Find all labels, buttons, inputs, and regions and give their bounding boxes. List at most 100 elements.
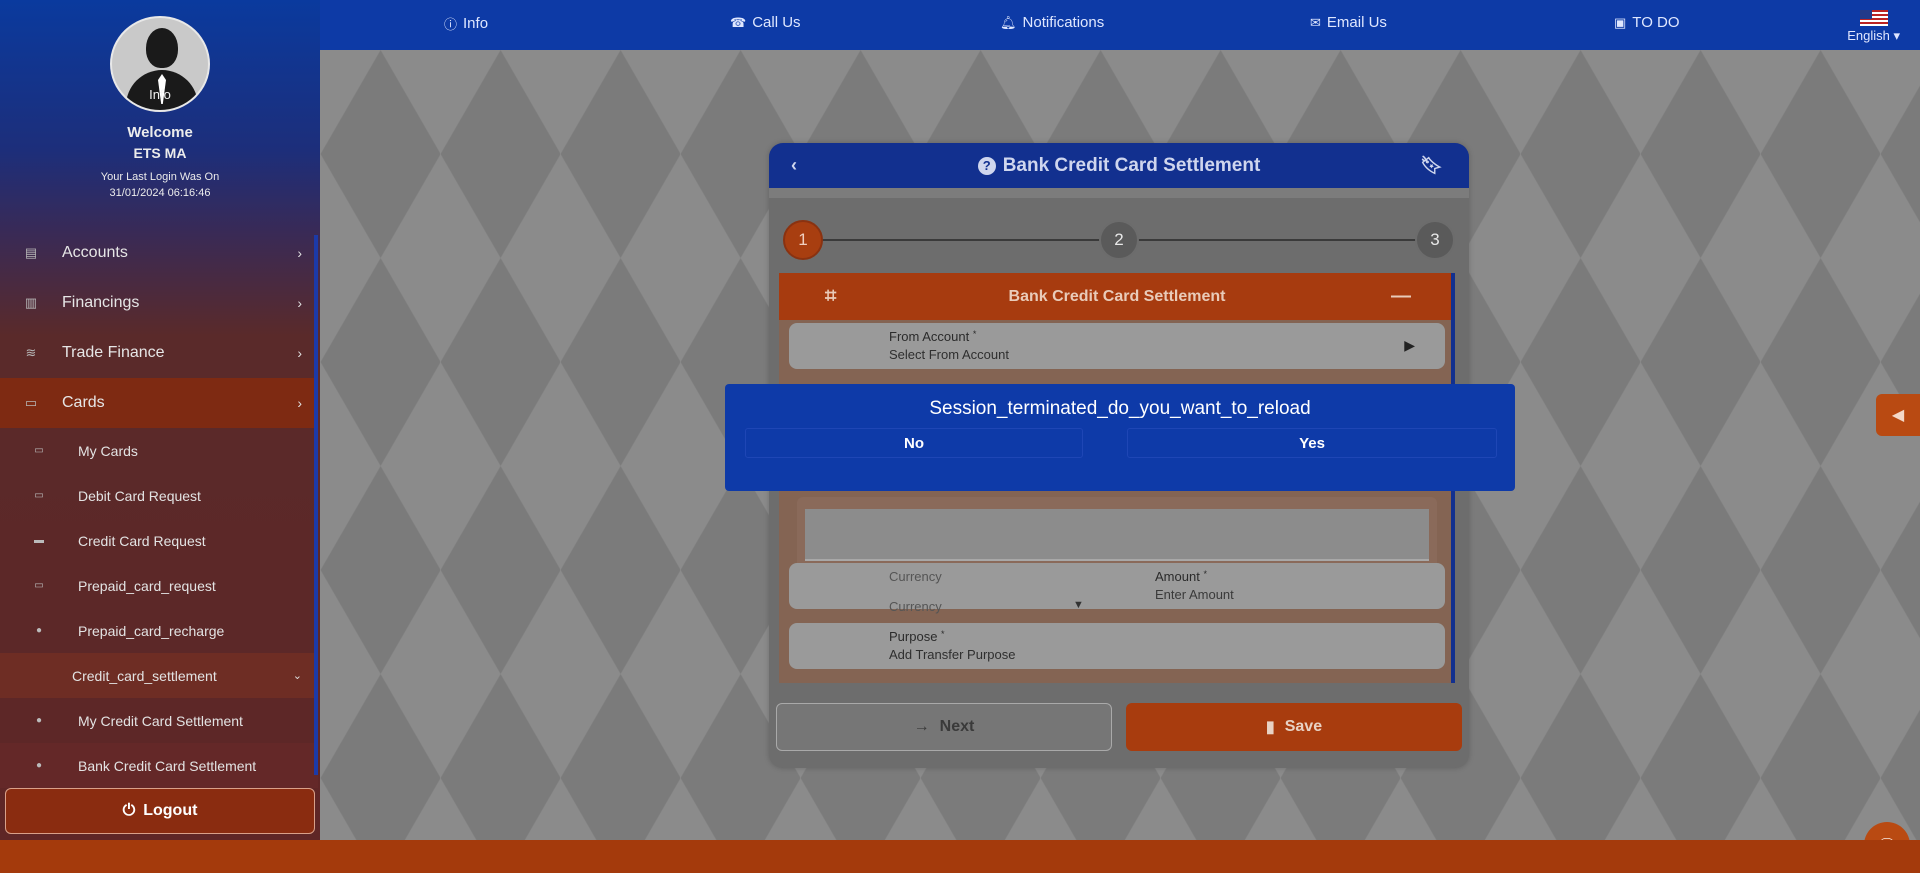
sidebar-subitem-label: Credit_card_settlement bbox=[72, 667, 217, 684]
sidebar-subitem-debit-card-request[interactable]: ▭ Debit Card Request bbox=[0, 473, 318, 518]
from-account-field[interactable]: From Account * Select From Account ▶ bbox=[789, 323, 1445, 369]
dropdown-caret-icon[interactable]: ▼ bbox=[1073, 599, 1084, 611]
last-login-label: Your Last Login Was On bbox=[100, 171, 220, 183]
sidebar-subitem-credit-card-request[interactable]: ▬ Credit Card Request bbox=[0, 518, 318, 563]
sidebar-item-label: Financings bbox=[62, 294, 140, 311]
card-header: ‹ ? Bank Credit Card Settlement 🔖︎ bbox=[769, 143, 1469, 188]
sidebar-subitem-label: Prepaid_card_request bbox=[78, 577, 216, 594]
currency-label: Currency bbox=[889, 569, 942, 584]
sidebar-item-label: Trade Finance bbox=[62, 344, 165, 361]
purpose-input: Add Transfer Purpose bbox=[889, 647, 1016, 662]
sidebar-subitem-my-credit-card-settlement[interactable]: ● My Credit Card Settlement bbox=[0, 698, 318, 743]
side-panel-toggle[interactable]: ◀ bbox=[1876, 394, 1920, 436]
next-label: Next bbox=[939, 718, 975, 735]
help-icon[interactable]: ? bbox=[977, 156, 996, 175]
currency-amount-row: Currency Currency ▼ Amount * Enter Amoun… bbox=[789, 563, 1445, 614]
sidebar-scrollbar[interactable] bbox=[314, 235, 318, 775]
step-3[interactable]: 3 bbox=[1415, 220, 1455, 260]
amount-input[interactable]: Enter Amount bbox=[1155, 587, 1234, 602]
footer-bar bbox=[0, 840, 1920, 873]
avatar-caption: Info bbox=[149, 87, 171, 102]
email-icon: ✉ bbox=[1310, 14, 1321, 30]
sidebar-subitem-label: Prepaid_card_recharge bbox=[78, 622, 225, 639]
last-login: Your Last Login Was On 31/01/2024 06:16:… bbox=[0, 169, 320, 201]
nav-label: TO DO bbox=[1632, 14, 1680, 31]
nav-label: Info bbox=[463, 15, 489, 32]
caret-right-icon: ▶ bbox=[1404, 337, 1415, 353]
step-2[interactable]: 2 bbox=[1099, 220, 1139, 260]
card-icon: ▭ bbox=[24, 395, 38, 410]
card-icon: ▭ bbox=[34, 490, 44, 501]
chart-icon: ▥ bbox=[24, 295, 38, 310]
avatar-head bbox=[146, 28, 178, 68]
todo-icon: ▣ bbox=[1614, 14, 1627, 30]
back-arrow-icon[interactable]: ‹ bbox=[791, 155, 797, 176]
nav-info[interactable]: ⓘ Info bbox=[444, 14, 488, 33]
nav-call-us[interactable]: ☎ Call Us bbox=[730, 14, 801, 31]
crop-icon: ⌗ bbox=[825, 285, 837, 307]
nav-label: Call Us bbox=[752, 14, 801, 31]
logout-button[interactable]: ⏻ Logout bbox=[5, 788, 315, 834]
next-button[interactable]: → Next bbox=[776, 703, 1112, 751]
section-header: ⌗ Bank Credit Card Settlement — bbox=[779, 273, 1455, 320]
dialog-message: Session_terminated_do_you_want_to_reload bbox=[929, 398, 1311, 419]
step-1[interactable]: 1 bbox=[783, 220, 823, 260]
minimize-icon[interactable]: — bbox=[1391, 285, 1411, 308]
sidebar-item-trade-finance[interactable]: ≋ Trade Finance › bbox=[0, 328, 318, 378]
nav-label: Email Us bbox=[1326, 14, 1387, 31]
sidebar-item-cards[interactable]: ▭ Cards › bbox=[0, 378, 318, 428]
last-login-value: 31/01/2024 06:16:46 bbox=[109, 187, 211, 199]
sidebar-subitem-credit-card-settlement[interactable]: Credit_card_settlement ⌄ bbox=[0, 653, 318, 698]
sidebar-item-label: Accounts bbox=[62, 244, 128, 261]
nav-todo[interactable]: ▣ TO DO bbox=[1614, 14, 1680, 31]
purpose-label: Purpose * bbox=[889, 629, 945, 644]
chevron-right-icon: › bbox=[297, 345, 302, 361]
save-button[interactable]: ▮ Save bbox=[1126, 703, 1462, 751]
sidebar-menu: ▤ Accounts › ▥ Financings › ≋ Trade Fina… bbox=[0, 228, 318, 788]
from-account-value: Select From Account bbox=[889, 347, 1009, 362]
profile: Info Welcome ETS MA Your Last Login Was … bbox=[0, 0, 320, 201]
sidebar-subitem-label: My Credit Card Settlement bbox=[78, 712, 243, 729]
phone-person-icon: ☎ bbox=[730, 14, 747, 30]
card-icon: ▭ bbox=[34, 580, 44, 591]
sidebar-subitem-label: My Cards bbox=[78, 442, 138, 459]
sidebar-item-label: Cards bbox=[62, 394, 105, 411]
sidebar-subitem-bank-credit-card-settlement[interactable]: ● Bank Credit Card Settlement bbox=[0, 743, 318, 788]
chevron-down-icon: ⌄ bbox=[292, 670, 302, 682]
stepper: 1 2 3 bbox=[783, 220, 1455, 260]
section-title: Bank Credit Card Settlement bbox=[1008, 287, 1226, 305]
sidebar-subitem-label: Credit Card Request bbox=[78, 532, 206, 549]
yes-button[interactable]: Yes bbox=[1127, 428, 1497, 458]
nav-email-us[interactable]: ✉ Email Us bbox=[1310, 14, 1387, 31]
session-dialog: Session_terminated_do_you_want_to_reload… bbox=[725, 384, 1515, 491]
bookmark-icon[interactable]: 🔖︎ bbox=[1420, 155, 1443, 176]
logout-icon: ⏻ bbox=[122, 802, 136, 819]
bell-icon: 🔔︎ bbox=[1000, 14, 1017, 30]
info-icon: ⓘ bbox=[444, 17, 458, 32]
chevron-down-icon: ▾ bbox=[1893, 28, 1900, 43]
sidebar-subitem-prepaid-card-recharge[interactable]: ● Prepaid_card_recharge bbox=[0, 608, 318, 653]
sidebar-subitem-prepaid-card-request[interactable]: ▭ Prepaid_card_request bbox=[0, 563, 318, 608]
us-flag-icon bbox=[1859, 10, 1888, 26]
beneficiary-field[interactable] bbox=[805, 509, 1429, 561]
amount-label: Amount * bbox=[1155, 569, 1207, 584]
sidebar-subitem-my-cards[interactable]: ▭ My Cards bbox=[0, 428, 318, 473]
currency-select[interactable]: Currency bbox=[889, 599, 942, 614]
sidebar-item-accounts[interactable]: ▤ Accounts › bbox=[0, 228, 318, 278]
purpose-field[interactable]: Purpose * Add Transfer Purpose bbox=[789, 623, 1445, 669]
help-icon: ● bbox=[35, 625, 43, 636]
chevron-right-icon: › bbox=[297, 245, 302, 261]
user-name: ETS MA bbox=[133, 145, 187, 161]
help-icon: ● bbox=[35, 760, 43, 771]
nav-label: Notifications bbox=[1022, 14, 1105, 31]
sidebar-item-financings[interactable]: ▥ Financings › bbox=[0, 278, 318, 328]
nav-notifications[interactable]: 🔔︎ Notifications bbox=[1000, 14, 1104, 31]
language-selector[interactable]: English ▾ bbox=[1847, 10, 1900, 44]
caret-left-icon: ◀ bbox=[1891, 407, 1905, 424]
document-icon: ▮ bbox=[1265, 719, 1275, 736]
welcome-text: Welcome bbox=[127, 124, 193, 141]
no-button[interactable]: No bbox=[745, 428, 1083, 458]
avatar[interactable]: Info bbox=[110, 16, 210, 112]
language-label: English bbox=[1847, 28, 1890, 43]
sidebar-subitem-label: Bank Credit Card Settlement bbox=[78, 757, 257, 774]
